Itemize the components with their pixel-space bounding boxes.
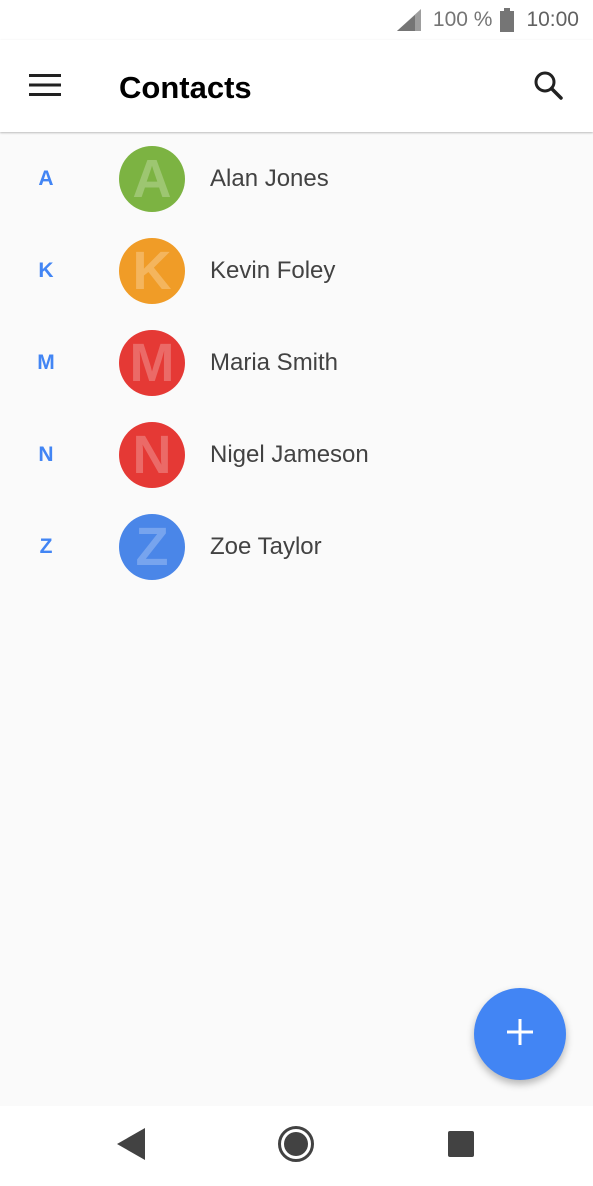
avatar-letter: A	[132, 149, 172, 209]
avatar-letter: M	[129, 333, 175, 393]
navigation-bar	[0, 1106, 593, 1186]
contact-row-nigel-jameson[interactable]: N N Nigel Jameson	[0, 409, 593, 501]
contact-row-kevin-foley[interactable]: K K Kevin Foley	[0, 225, 593, 317]
recents-button[interactable]	[435, 1120, 487, 1172]
section-letter: K	[38, 259, 54, 282]
contact-row-zoe-taylor[interactable]: Z Z Zoe Taylor	[0, 501, 593, 593]
home-circle-icon	[277, 1125, 315, 1168]
battery-icon	[500, 8, 515, 32]
plus-icon	[507, 1018, 533, 1050]
back-triangle-icon	[117, 1127, 147, 1165]
avatar: M	[119, 330, 185, 396]
hamburger-icon	[29, 73, 61, 101]
status-time: 10:00	[526, 8, 579, 31]
contact-name: Nigel Jameson	[210, 441, 369, 468]
back-button[interactable]	[106, 1120, 158, 1172]
avatar: N	[119, 422, 185, 488]
contact-name: Kevin Foley	[210, 257, 336, 284]
avatar: K	[119, 238, 185, 304]
avatar-letter: K	[132, 241, 172, 301]
avatar: A	[119, 146, 185, 212]
section-letter: Z	[39, 535, 53, 558]
contact-row-alan-jones[interactable]: A A Alan Jones	[0, 133, 593, 225]
signal-icon	[396, 9, 421, 31]
page-title: Contacts	[119, 70, 252, 105]
search-icon	[533, 70, 563, 105]
add-contact-button[interactable]	[474, 988, 566, 1080]
contact-name: Zoe Taylor	[210, 533, 322, 560]
contact-name: Alan Jones	[210, 165, 329, 192]
section-letter: M	[37, 351, 55, 374]
avatar-letter: N	[132, 425, 172, 485]
avatar-letter: Z	[135, 517, 169, 577]
search-button[interactable]	[523, 62, 573, 112]
home-button[interactable]	[270, 1120, 322, 1172]
battery-percentage: 100 %	[432, 8, 493, 31]
status-bar: 100 % 10:00	[0, 0, 593, 40]
contact-name: Maria Smith	[210, 349, 339, 376]
app-bar: Contacts	[0, 40, 593, 132]
contact-list: A A Alan Jones K K Kevin Foley M M Maria…	[0, 133, 593, 593]
menu-button[interactable]	[20, 62, 70, 112]
avatar: Z	[119, 514, 185, 580]
section-letter: N	[38, 443, 54, 466]
recents-square-icon	[448, 1130, 474, 1162]
contact-row-maria-smith[interactable]: M M Maria Smith	[0, 317, 593, 409]
section-letter: A	[38, 167, 54, 190]
